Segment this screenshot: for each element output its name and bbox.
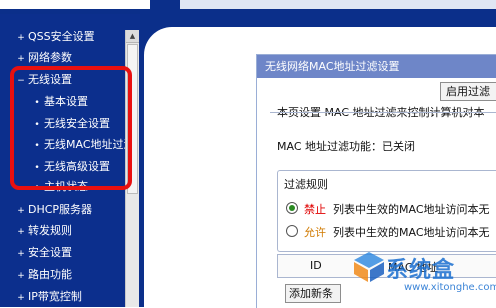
filter-status: MAC 地址过滤功能：已关闭 <box>277 140 415 153</box>
column-header-id: ID <box>310 259 322 272</box>
rule-allow-text: 列表中生效的MAC地址访问本无 <box>333 226 490 239</box>
radio-deny[interactable] <box>286 202 298 214</box>
add-entry-button[interactable]: 添加新条 <box>285 284 341 303</box>
divider <box>270 112 496 113</box>
rule-allow-option[interactable]: 允许 列表中生效的MAC地址访问本无 <box>286 224 490 240</box>
sidebar-item-dhcp[interactable]: + DHCP服务器 <box>16 201 92 219</box>
filter-rules-legend: 过滤规则 <box>282 176 330 192</box>
banner-strip-right <box>180 0 496 9</box>
top-banner <box>0 0 496 14</box>
expand-icon: + <box>17 227 25 237</box>
radio-allow[interactable] <box>286 225 298 237</box>
sidebar-item-label: IP带宽控制 <box>28 290 82 303</box>
expand-icon: + <box>17 293 25 303</box>
sidebar-item-qss[interactable]: + QSS安全设置 <box>16 28 95 46</box>
watermark-brand: 系统盒 <box>386 258 456 283</box>
rule-allow-keyword: 允许 <box>304 226 326 239</box>
expand-icon: + <box>17 271 25 281</box>
sidebar-item-label: QSS安全设置 <box>28 30 95 43</box>
sidebar-item-routing[interactable]: + 路由功能 <box>16 266 72 284</box>
sidebar-item-bandwidth[interactable]: + IP带宽控制 <box>16 288 82 306</box>
sidebar-item-label: 转发规则 <box>28 224 72 237</box>
sidebar-item-label: 路由功能 <box>28 268 72 281</box>
enable-filter-button[interactable]: 启用过滤 <box>440 82 496 101</box>
expand-icon: + <box>17 206 25 216</box>
red-highlight-box <box>10 66 132 190</box>
sidebar-item-security[interactable]: + 安全设置 <box>16 244 72 262</box>
page-title: 无线网络MAC地址过滤设置 <box>257 55 496 78</box>
watermark-url: www.xitonghe.com <box>404 282 496 293</box>
sidebar-item-label: DHCP服务器 <box>28 203 93 216</box>
scroll-up-icon[interactable]: ▲ <box>126 30 139 43</box>
sidebar-item-network[interactable]: + 网络参数 <box>16 49 72 67</box>
expand-icon: + <box>17 249 25 259</box>
sidebar-item-label: 安全设置 <box>28 246 72 259</box>
watermark-logo-icon <box>354 252 384 282</box>
rule-deny-option[interactable]: 禁止 列表中生效的MAC地址访问本无 <box>286 201 490 217</box>
banner-strip-left <box>0 0 150 9</box>
sidebar-item-forwarding[interactable]: + 转发规则 <box>16 222 72 240</box>
rule-deny-text: 列表中生效的MAC地址访问本无 <box>333 203 490 216</box>
rule-deny-keyword: 禁止 <box>304 203 326 216</box>
sidebar-item-label: 网络参数 <box>28 51 72 64</box>
expand-icon: + <box>17 33 25 43</box>
